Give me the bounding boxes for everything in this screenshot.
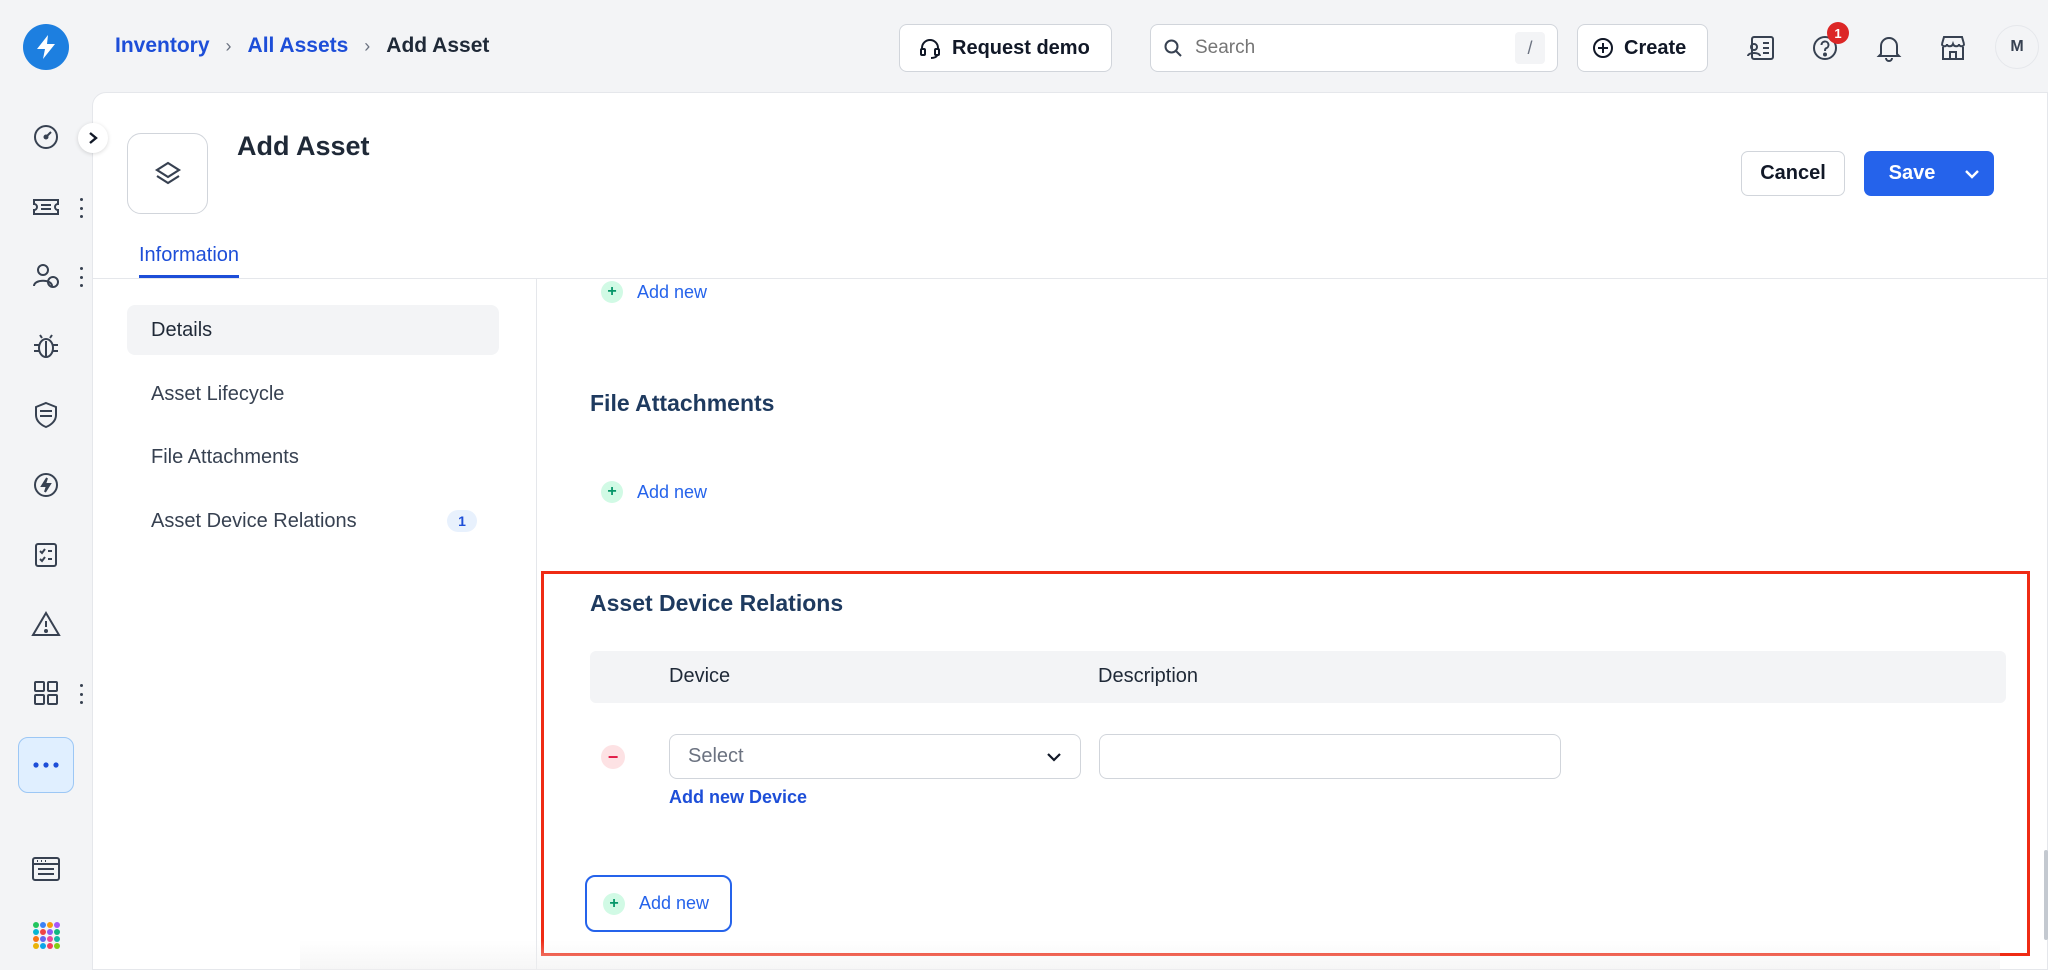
chevron-right-icon[interactable] [78,123,108,153]
plus-icon: + [601,481,623,503]
device-select[interactable]: Select [669,734,1081,779]
add-new-device-link[interactable]: Add new Device [669,787,807,808]
tabs-divider [92,278,2048,279]
chevron-right-icon: › [364,35,371,56]
tasks-icon[interactable] [23,532,69,578]
breadcrumb-current: Add Asset [386,34,490,57]
store-icon[interactable] [1933,28,1973,68]
help-icon[interactable]: 1 [1805,22,1849,68]
contacts-icon[interactable] [1741,28,1781,68]
create-button[interactable]: Create [1577,24,1708,72]
sidenav-item-file-attachments[interactable]: File Attachments [127,432,499,482]
users-icon[interactable] [23,253,69,299]
breadcrumb-inventory[interactable]: Inventory [115,34,210,58]
chevron-right-icon: › [225,35,232,56]
headset-icon [920,39,940,59]
device-select-placeholder: Select [688,745,744,767]
sidenav-item-asset-device-relations[interactable]: Asset Device Relations 1 [127,496,499,546]
bell-icon[interactable] [1869,28,1909,68]
avatar[interactable]: M [1995,25,2039,69]
apps-more-icon[interactable] [76,684,86,704]
search-input[interactable] [1195,37,1515,59]
breadcrumb: Inventory › All Assets › Add Asset [115,34,489,58]
app-logo-icon[interactable] [23,24,69,70]
add-new-lifecycle-button[interactable]: + Add new [601,281,707,303]
column-description: Description [1098,665,1199,687]
save-button-group: Save [1864,151,1994,196]
request-demo-button[interactable]: Request demo [899,24,1112,72]
file-attachments-title: File Attachments [590,390,775,416]
relations-title: Asset Device Relations [590,590,844,616]
left-rail [0,0,92,970]
search-box[interactable]: / [1150,24,1558,72]
remove-row-icon[interactable]: − [601,745,625,769]
scrollbar[interactable] [2044,850,2048,940]
bottom-fade [300,940,2000,970]
create-label: Create [1624,36,1687,59]
sidenav-divider [536,279,537,970]
change-icon[interactable] [23,462,69,508]
request-demo-label: Request demo [952,36,1090,59]
search-shortcut: / [1515,32,1545,64]
warning-icon[interactable] [23,601,69,647]
relations-table-header: Device Description [590,651,2006,703]
add-new-attachment-button[interactable]: + Add new [601,481,707,503]
ticket-icon[interactable] [23,184,69,230]
help-badge: 1 [1827,22,1849,44]
apps-grid-icon[interactable] [23,670,69,716]
sidenav-item-label: Details [151,318,213,341]
add-new-relation-button[interactable]: + Add new [585,875,732,932]
sidenav-item-details[interactable]: Details [127,305,499,355]
plus-icon: + [601,281,623,303]
users-more-icon[interactable] [76,267,86,287]
chevron-down-icon [1047,752,1061,762]
page-title: Add Asset [237,131,370,161]
add-new-label: Add new [637,481,708,502]
ticket-more-icon[interactable] [76,198,86,218]
add-new-label: Add new [639,893,710,913]
sidenav-item-label: Asset Device Relations [151,509,357,532]
product-switcher-icon[interactable] [23,912,69,958]
search-icon [1164,39,1182,57]
breadcrumb-all-assets[interactable]: All Assets [248,34,349,58]
browser-window-icon[interactable] [23,846,69,892]
bug-icon[interactable] [23,323,69,369]
cancel-button[interactable]: Cancel [1741,151,1845,196]
add-new-label: Add new [637,281,708,302]
sidenav-item-label: File Attachments [151,445,299,468]
column-device: Device [669,665,731,687]
plus-circle-icon [1593,38,1613,58]
more-menu-icon[interactable] [18,737,74,793]
relations-count-badge: 1 [447,510,477,532]
sidenav-item-asset-lifecycle[interactable]: Asset Lifecycle [127,369,499,419]
description-input[interactable] [1099,734,1561,779]
shield-icon[interactable] [23,392,69,438]
chevron-down-icon[interactable] [1950,151,1994,196]
layers-icon [127,133,208,214]
dashboard-icon[interactable] [23,114,69,160]
plus-icon: + [603,892,625,915]
tab-information[interactable]: Information [139,244,240,278]
sidenav-item-label: Asset Lifecycle [151,382,285,405]
save-button[interactable]: Save [1864,162,1950,185]
